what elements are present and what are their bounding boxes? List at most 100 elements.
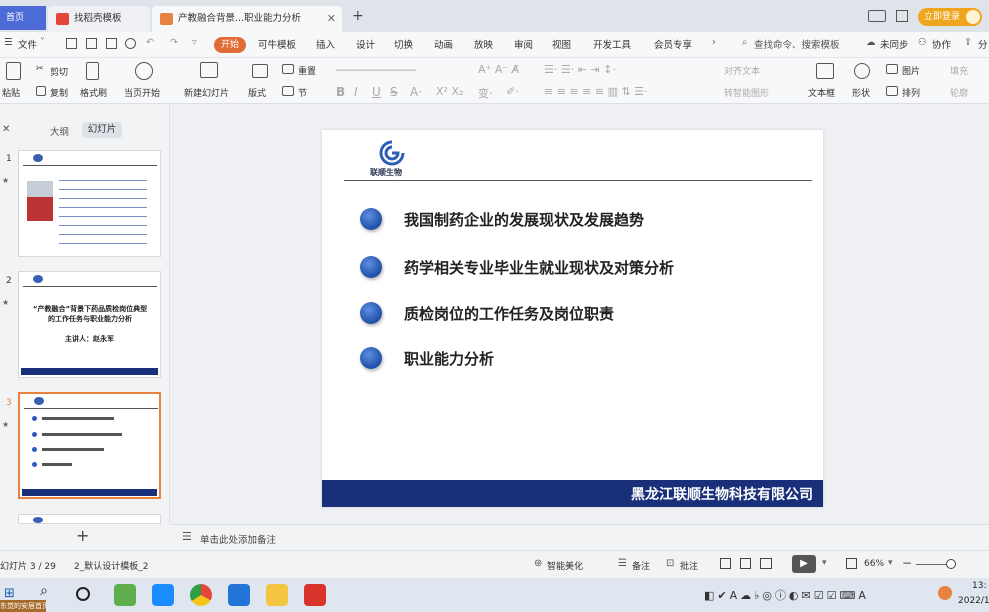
clock-date[interactable]: 2022/1 [958, 596, 989, 606]
arrange-button[interactable]: 排列 [902, 86, 920, 99]
menu-item-insert[interactable]: 插入 [316, 37, 335, 51]
tab-slides[interactable]: 幻灯片 [82, 122, 122, 138]
bold-icon[interactable]: B [336, 85, 345, 99]
shape-button[interactable]: 形状 [852, 86, 870, 99]
template-name[interactable]: 2_默认设计模板_2 [74, 559, 148, 572]
new-slide-button[interactable]: 新建幻灯片 [184, 86, 229, 99]
arrange-icon[interactable] [886, 86, 898, 96]
slide-thumbnail-4[interactable] [18, 514, 161, 524]
menu-item-keniu[interactable]: 可牛模板 [258, 37, 296, 51]
ime-icon[interactable] [938, 586, 952, 600]
redo-icon[interactable]: ↷ [170, 37, 178, 48]
comments-button[interactable]: 批注 [680, 559, 698, 572]
system-tray-icons[interactable]: ◧✔A☁♭◎ⓘ◐✉☑☑⌨A [704, 587, 869, 603]
tencent-meeting-icon[interactable] [228, 584, 250, 606]
menu-item-member[interactable]: 会员专享 [654, 37, 692, 51]
cut-button[interactable]: 剪切 [50, 65, 68, 78]
reading-view-icon[interactable] [760, 558, 772, 569]
zoom-dropdown-icon[interactable]: ▾ [888, 558, 893, 568]
menu-file[interactable]: 文件 [18, 37, 37, 51]
tab-home[interactable]: 首页 [0, 6, 46, 30]
section-icon[interactable] [282, 86, 294, 96]
cortana-icon[interactable] [76, 587, 90, 601]
highlight-icon[interactable]: ✐· [506, 85, 519, 98]
superscript-icon[interactable]: X² X₂ [436, 85, 463, 98]
font-color-icon[interactable]: A· [410, 85, 422, 99]
hamburger-icon[interactable]: ☰ [4, 37, 13, 48]
tab-current-document[interactable]: 产教融合背景...职业能力分析 ✕ [152, 6, 342, 32]
paste-icon[interactable] [6, 62, 21, 80]
smart-graphic-button[interactable]: 转智能图形 [724, 86, 769, 99]
reset-icon[interactable] [282, 64, 294, 74]
more-menu-icon[interactable]: › [712, 37, 716, 48]
quick-access-dropdown-icon[interactable]: ▿ [192, 37, 197, 48]
sorter-view-icon[interactable] [740, 558, 751, 569]
chrome-icon[interactable] [190, 584, 212, 606]
new-slide-icon[interactable] [200, 62, 218, 78]
menu-item-transition[interactable]: 切换 [394, 37, 413, 51]
sync-status[interactable]: 未同步 [880, 37, 909, 51]
scissors-icon[interactable]: ✂ [36, 64, 44, 74]
tab-outline[interactable]: 大纲 [50, 124, 69, 138]
window-layout-icon[interactable] [868, 10, 886, 22]
zoom-out-icon[interactable]: − [902, 556, 912, 570]
print-icon[interactable] [106, 38, 117, 49]
undo-icon[interactable]: ↶ [146, 37, 154, 48]
menu-item-view[interactable]: 视图 [552, 37, 571, 51]
command-search-input[interactable]: 查找命令、搜索模板 [754, 37, 840, 51]
align-left-icon[interactable]: ≡ ≡ ≡ ≡ ≡ ▥ ⇅ ☰· [544, 85, 648, 98]
windows-start-icon[interactable]: ⊞ [4, 586, 15, 601]
italic-icon[interactable]: I [354, 85, 358, 99]
slide-thumbnail-2[interactable]: “产教融合”背景下药品质检岗位典型的工作任务与职业能力分析 主讲人：赵永军 [18, 271, 161, 378]
format-painter-button[interactable]: 格式刷 [80, 86, 107, 99]
close-tab-icon[interactable]: ✕ [327, 6, 336, 32]
tab-template-store[interactable]: 找稻壳模板 [48, 6, 150, 32]
layout-icon[interactable] [252, 64, 268, 78]
collapse-panel-icon[interactable]: ✕ [2, 124, 10, 135]
feishu-icon[interactable] [152, 584, 174, 606]
paste-button[interactable]: 粘贴 [2, 86, 20, 99]
file-dropdown-icon[interactable]: ˅ [40, 37, 45, 48]
wps-icon[interactable] [304, 584, 326, 606]
login-button[interactable]: 立即登录 [918, 8, 982, 26]
new-tab-button[interactable]: + [352, 8, 364, 24]
play-current-button[interactable]: 当页开始 [124, 86, 160, 99]
play-icon[interactable] [135, 62, 153, 80]
phonetic-icon[interactable]: 变· [478, 85, 493, 101]
copy-icon[interactable] [36, 86, 46, 96]
normal-view-icon[interactable] [720, 558, 731, 569]
add-slide-button[interactable]: + [76, 526, 89, 545]
format-painter-icon[interactable] [86, 62, 99, 80]
picture-icon[interactable] [886, 64, 898, 74]
reset-button[interactable]: 重置 [298, 64, 316, 77]
section-button[interactable]: 节 [298, 86, 307, 99]
bullet-list-icon[interactable]: ☰· ☰· ⇤ ⇥ ↕· [544, 63, 616, 76]
menu-start-tab[interactable]: 开始 [214, 37, 246, 53]
clock-time[interactable]: 13: [972, 581, 986, 591]
zoom-slider-thumb[interactable] [946, 559, 956, 569]
menu-item-design[interactable]: 设计 [356, 37, 375, 51]
collaborate-button[interactable]: 协作 [932, 37, 951, 51]
picture-button[interactable]: 图片 [902, 64, 920, 77]
menu-item-slideshow[interactable]: 放映 [474, 37, 493, 51]
shape-icon[interactable] [854, 63, 870, 79]
textbox-icon[interactable] [816, 63, 834, 79]
beautify-button[interactable]: 智能美化 [547, 559, 583, 572]
slide-thumbnail-3[interactable] [18, 392, 161, 499]
play-dropdown-icon[interactable]: ▾ [822, 558, 827, 568]
menu-item-developer[interactable]: 开发工具 [593, 37, 631, 51]
textbox-button[interactable]: 文本框 [808, 86, 835, 99]
notes-pane[interactable]: ☰ 单击此处添加备注 [170, 524, 989, 550]
file-explorer-icon[interactable] [266, 584, 288, 606]
font-name-select[interactable]: ──────────── [336, 64, 415, 77]
menu-item-animation[interactable]: 动画 [434, 37, 453, 51]
slide-thumbnail-1[interactable] [18, 150, 161, 257]
fit-window-icon[interactable] [846, 558, 857, 569]
zoom-level[interactable]: 66% [864, 559, 884, 569]
copy-button[interactable]: 复制 [50, 86, 68, 99]
preview-icon[interactable] [125, 38, 136, 49]
underline-icon[interactable]: U [372, 85, 381, 99]
strikethrough-icon[interactable]: S [390, 85, 398, 99]
wechat-icon[interactable] [114, 584, 136, 606]
notes-placeholder[interactable]: 单击此处添加备注 [200, 532, 276, 546]
